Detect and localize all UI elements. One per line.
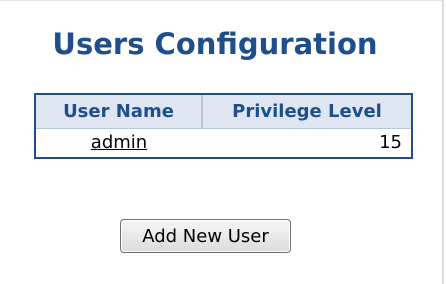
user-name-link[interactable]: admin: [91, 132, 147, 153]
content-frame: Users Configuration User Name Privilege …: [0, 0, 444, 284]
add-new-user-button[interactable]: Add New User: [120, 219, 291, 253]
users-table: User Name Privilege Level admin 15: [34, 93, 413, 159]
table-row: admin 15: [36, 129, 411, 157]
user-name-cell: admin: [36, 129, 203, 157]
page-title: Users Configuration: [52, 27, 378, 61]
privilege-level-cell: 15: [203, 129, 411, 157]
column-header-privilege-level: Privilege Level: [203, 95, 411, 129]
column-header-user-name: User Name: [36, 95, 203, 129]
table-header-row: User Name Privilege Level: [36, 95, 411, 129]
